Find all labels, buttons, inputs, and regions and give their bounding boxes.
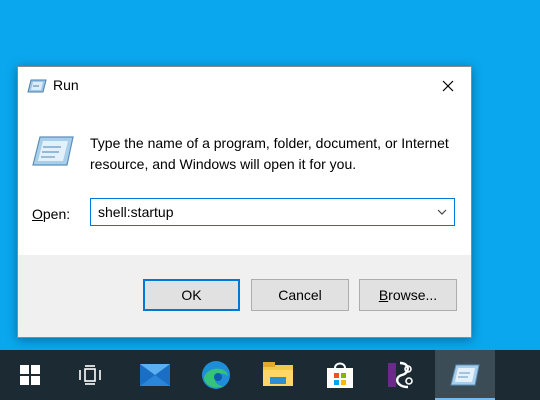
task-view-button[interactable]	[62, 350, 117, 400]
taskbar-edge[interactable]	[188, 350, 243, 400]
browse-button[interactable]: Browse...	[359, 279, 457, 311]
run-app-icon	[450, 364, 480, 386]
file-explorer-icon	[262, 362, 293, 386]
app-icon	[387, 361, 413, 389]
close-button[interactable]	[425, 67, 471, 105]
mail-icon	[139, 364, 170, 386]
start-button[interactable]	[2, 350, 57, 400]
dialog-description: Type the name of a program, folder, docu…	[90, 135, 449, 172]
browse-accel: B	[378, 287, 389, 303]
open-input[interactable]	[91, 199, 421, 225]
run-large-icon	[31, 135, 75, 167]
open-label-rest: pen:	[42, 206, 71, 222]
open-label-accel: O	[32, 206, 43, 222]
taskbar	[0, 350, 540, 400]
run-dialog: Run Type the name of a program, folder, …	[17, 66, 472, 338]
dialog-title: Run	[53, 77, 79, 93]
title-bar[interactable]: Run	[18, 67, 471, 105]
dialog-footer: OK Cancel Browse...	[18, 255, 471, 337]
dropdown-button[interactable]	[430, 199, 454, 225]
open-label: Open:	[32, 206, 70, 222]
chevron-down-icon	[437, 209, 447, 215]
taskbar-run[interactable]	[435, 350, 495, 400]
browse-rest: rowse...	[388, 287, 438, 303]
store-icon	[326, 362, 353, 388]
taskbar-mail[interactable]	[127, 350, 182, 400]
close-icon	[442, 80, 454, 92]
edge-icon	[201, 361, 230, 389]
taskbar-file-explorer[interactable]	[250, 350, 305, 400]
taskbar-app[interactable]	[373, 350, 428, 400]
cancel-button[interactable]: Cancel	[251, 279, 349, 311]
run-icon	[27, 78, 47, 94]
task-view-icon	[78, 365, 101, 385]
dialog-body: Type the name of a program, folder, docu…	[18, 105, 471, 255]
ok-button[interactable]: OK	[143, 279, 240, 311]
windows-start-icon	[19, 365, 40, 385]
open-combobox[interactable]	[90, 198, 455, 226]
taskbar-store[interactable]	[312, 350, 367, 400]
